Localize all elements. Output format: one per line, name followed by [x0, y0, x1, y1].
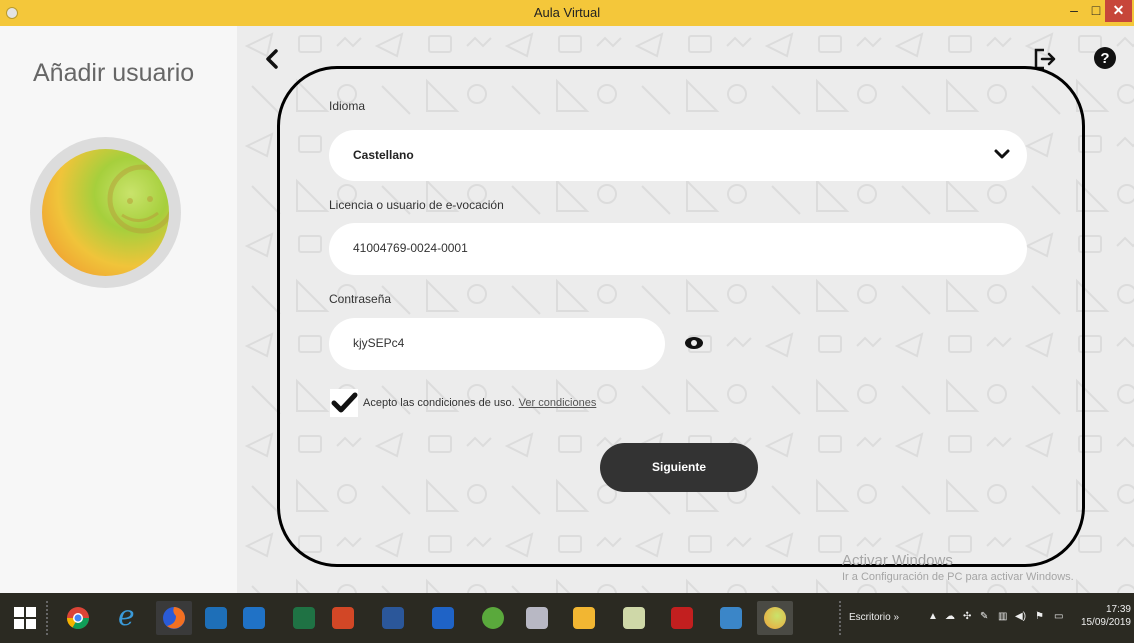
- clock-date: 15/09/2019: [1080, 617, 1131, 628]
- terminal-icon[interactable]: [205, 607, 227, 629]
- help-icon[interactable]: ?: [1093, 46, 1117, 70]
- internet-explorer-icon[interactable]: e: [118, 599, 135, 632]
- taskbar-separator: [46, 601, 48, 637]
- desktop-label[interactable]: Escritorio »: [849, 612, 899, 623]
- avatar: [30, 137, 181, 288]
- password-input[interactable]: kjySEPc4: [329, 318, 665, 370]
- network-icon[interactable]: ▥: [998, 611, 1007, 622]
- avatar-image: [42, 149, 169, 276]
- back-arrow-icon[interactable]: [260, 46, 286, 72]
- onedrive-icon[interactable]: [432, 607, 454, 629]
- chrome-icon[interactable]: [66, 606, 90, 630]
- next-button[interactable]: Siguiente: [600, 443, 758, 492]
- word-icon[interactable]: [382, 607, 404, 629]
- terms-checkbox[interactable]: [330, 389, 358, 417]
- sidebar: Añadir usuario: [0, 26, 237, 593]
- checkmark-icon: [331, 392, 358, 413]
- excel-icon[interactable]: [293, 607, 315, 629]
- volume-icon[interactable]: ◀): [1015, 611, 1026, 622]
- language-value: Castellano: [353, 148, 414, 162]
- control-panel-icon[interactable]: [720, 607, 742, 629]
- show-hidden-icons-icon[interactable]: ▲: [928, 611, 938, 622]
- notifications-icon[interactable]: ▭: [1054, 611, 1063, 622]
- maximize-button[interactable]: □: [1085, 0, 1107, 22]
- window-title: Aula Virtual: [533, 5, 601, 20]
- license-input[interactable]: 41004769-0024-0001: [329, 223, 1027, 275]
- terms-text: Acepto las condiciones de uso. Ver condic…: [363, 397, 596, 409]
- svg-text:?: ?: [1100, 50, 1109, 67]
- clock-time: 17:39: [1105, 604, 1131, 615]
- close-button[interactable]: ✕: [1105, 0, 1132, 22]
- activation-watermark-text: Ir a Configuración de PC para activar Wi…: [842, 571, 1074, 583]
- drive-icon[interactable]: [573, 607, 595, 629]
- show-password-eye-icon[interactable]: [684, 336, 704, 350]
- chevron-down-icon: [994, 149, 1010, 159]
- minimize-button[interactable]: –: [1063, 0, 1085, 22]
- outlook-icon[interactable]: [243, 607, 265, 629]
- password-label: Contraseña: [329, 292, 392, 306]
- password-value: kjySEPc4: [353, 336, 405, 350]
- main-panel: ? Idioma Castellano Licencia o usuario d…: [237, 26, 1134, 593]
- clock[interactable]: 17:39 15/09/2019: [1079, 603, 1131, 629]
- firefox-tile[interactable]: [156, 601, 192, 635]
- tray-app-icon[interactable]: ✎: [980, 611, 988, 622]
- action-center-flag-icon[interactable]: ⚑: [1035, 611, 1044, 622]
- activation-watermark-title: Activar Windows: [842, 552, 953, 569]
- taskbar: e Escritorio » ▲ ☁ ✣ ✎ ▥ ◀) ⚑ ▭ 17:39 15…: [0, 593, 1134, 643]
- license-value: 41004769-0024-0001: [353, 241, 468, 255]
- dropbox-icon[interactable]: ✣: [963, 611, 971, 622]
- notepad-icon[interactable]: [623, 607, 645, 629]
- paint-icon[interactable]: [526, 607, 548, 629]
- aula-virtual-tile[interactable]: [757, 601, 793, 635]
- acrobat-icon[interactable]: [671, 607, 693, 629]
- terms-label: Acepto las condiciones de uso.: [363, 397, 515, 409]
- firefox-icon: [163, 607, 185, 629]
- language-select[interactable]: Castellano: [329, 130, 1027, 181]
- title-bar: Aula Virtual – □ ✕: [0, 0, 1134, 26]
- language-label: Idioma: [329, 99, 366, 113]
- cloud-icon[interactable]: ☁: [945, 611, 955, 622]
- page-title: Añadir usuario: [33, 59, 195, 87]
- powerpoint-icon[interactable]: [332, 607, 354, 629]
- aula-virtual-icon: [764, 607, 786, 629]
- taskbar-separator: [839, 601, 841, 637]
- license-label: Licencia o usuario de e-vocación: [329, 198, 504, 212]
- utorrent-icon[interactable]: [482, 607, 504, 629]
- windows-start-icon[interactable]: [14, 607, 36, 629]
- view-terms-link[interactable]: Ver condiciones: [519, 397, 597, 409]
